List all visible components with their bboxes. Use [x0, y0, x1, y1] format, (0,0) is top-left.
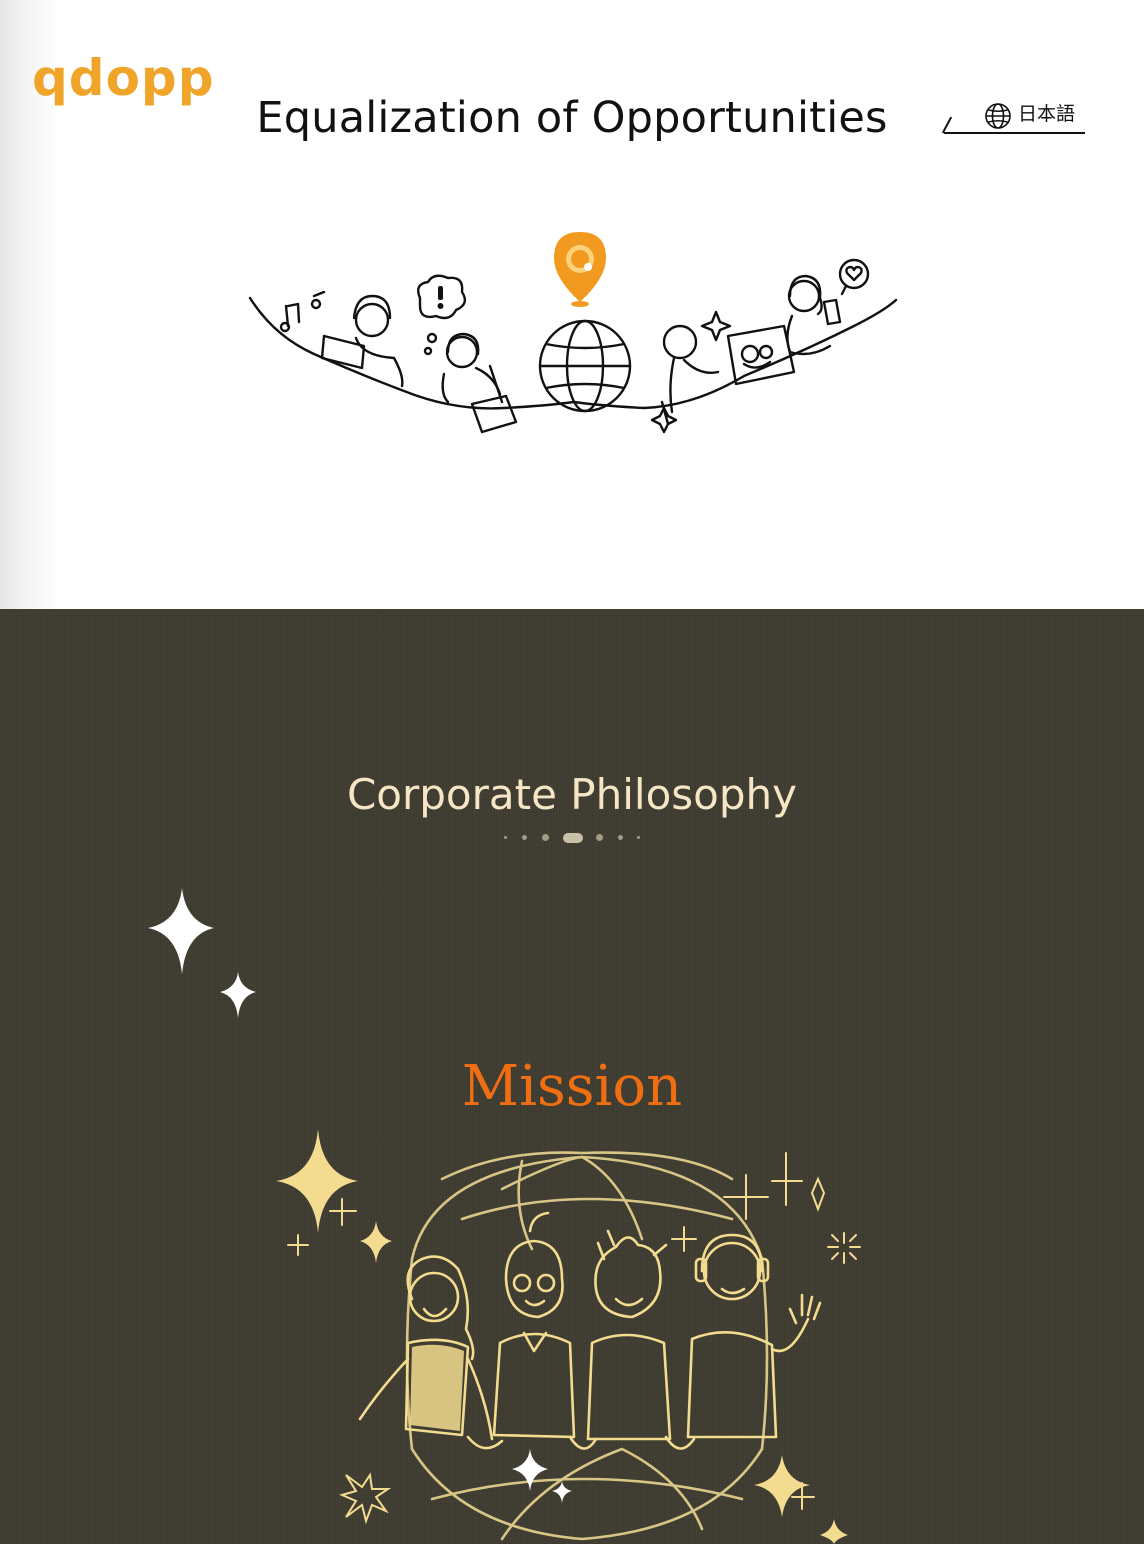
pagination-dot[interactable] [522, 835, 527, 840]
language-switch-slash [941, 116, 953, 134]
friends-holding-hands-globe-illustration [276, 1129, 861, 1544]
pagination-dot-active[interactable] [563, 833, 583, 843]
pagination-dot[interactable] [596, 834, 603, 841]
corporate-philosophy-section: Corporate Philosophy Mission [0, 609, 1144, 1544]
language-switch-underline [944, 132, 1085, 134]
sparkles-decoration [148, 888, 256, 1018]
globe-icon [985, 103, 1011, 129]
pagination-dot[interactable] [504, 836, 507, 839]
language-switch[interactable]: 日本語 [941, 100, 1085, 136]
people-around-globe-illustration [248, 232, 898, 434]
hero-section: qdopp Equalization of Opportunities 日本語 [0, 0, 1144, 609]
pagination-dot[interactable] [637, 836, 640, 839]
mission-title: Mission [461, 1054, 683, 1119]
pagination-dot[interactable] [618, 835, 623, 840]
section-title: Corporate Philosophy [346, 770, 797, 819]
language-label: 日本語 [1018, 103, 1076, 125]
pagination-dot[interactable] [542, 834, 549, 841]
section-pagination [500, 831, 644, 845]
